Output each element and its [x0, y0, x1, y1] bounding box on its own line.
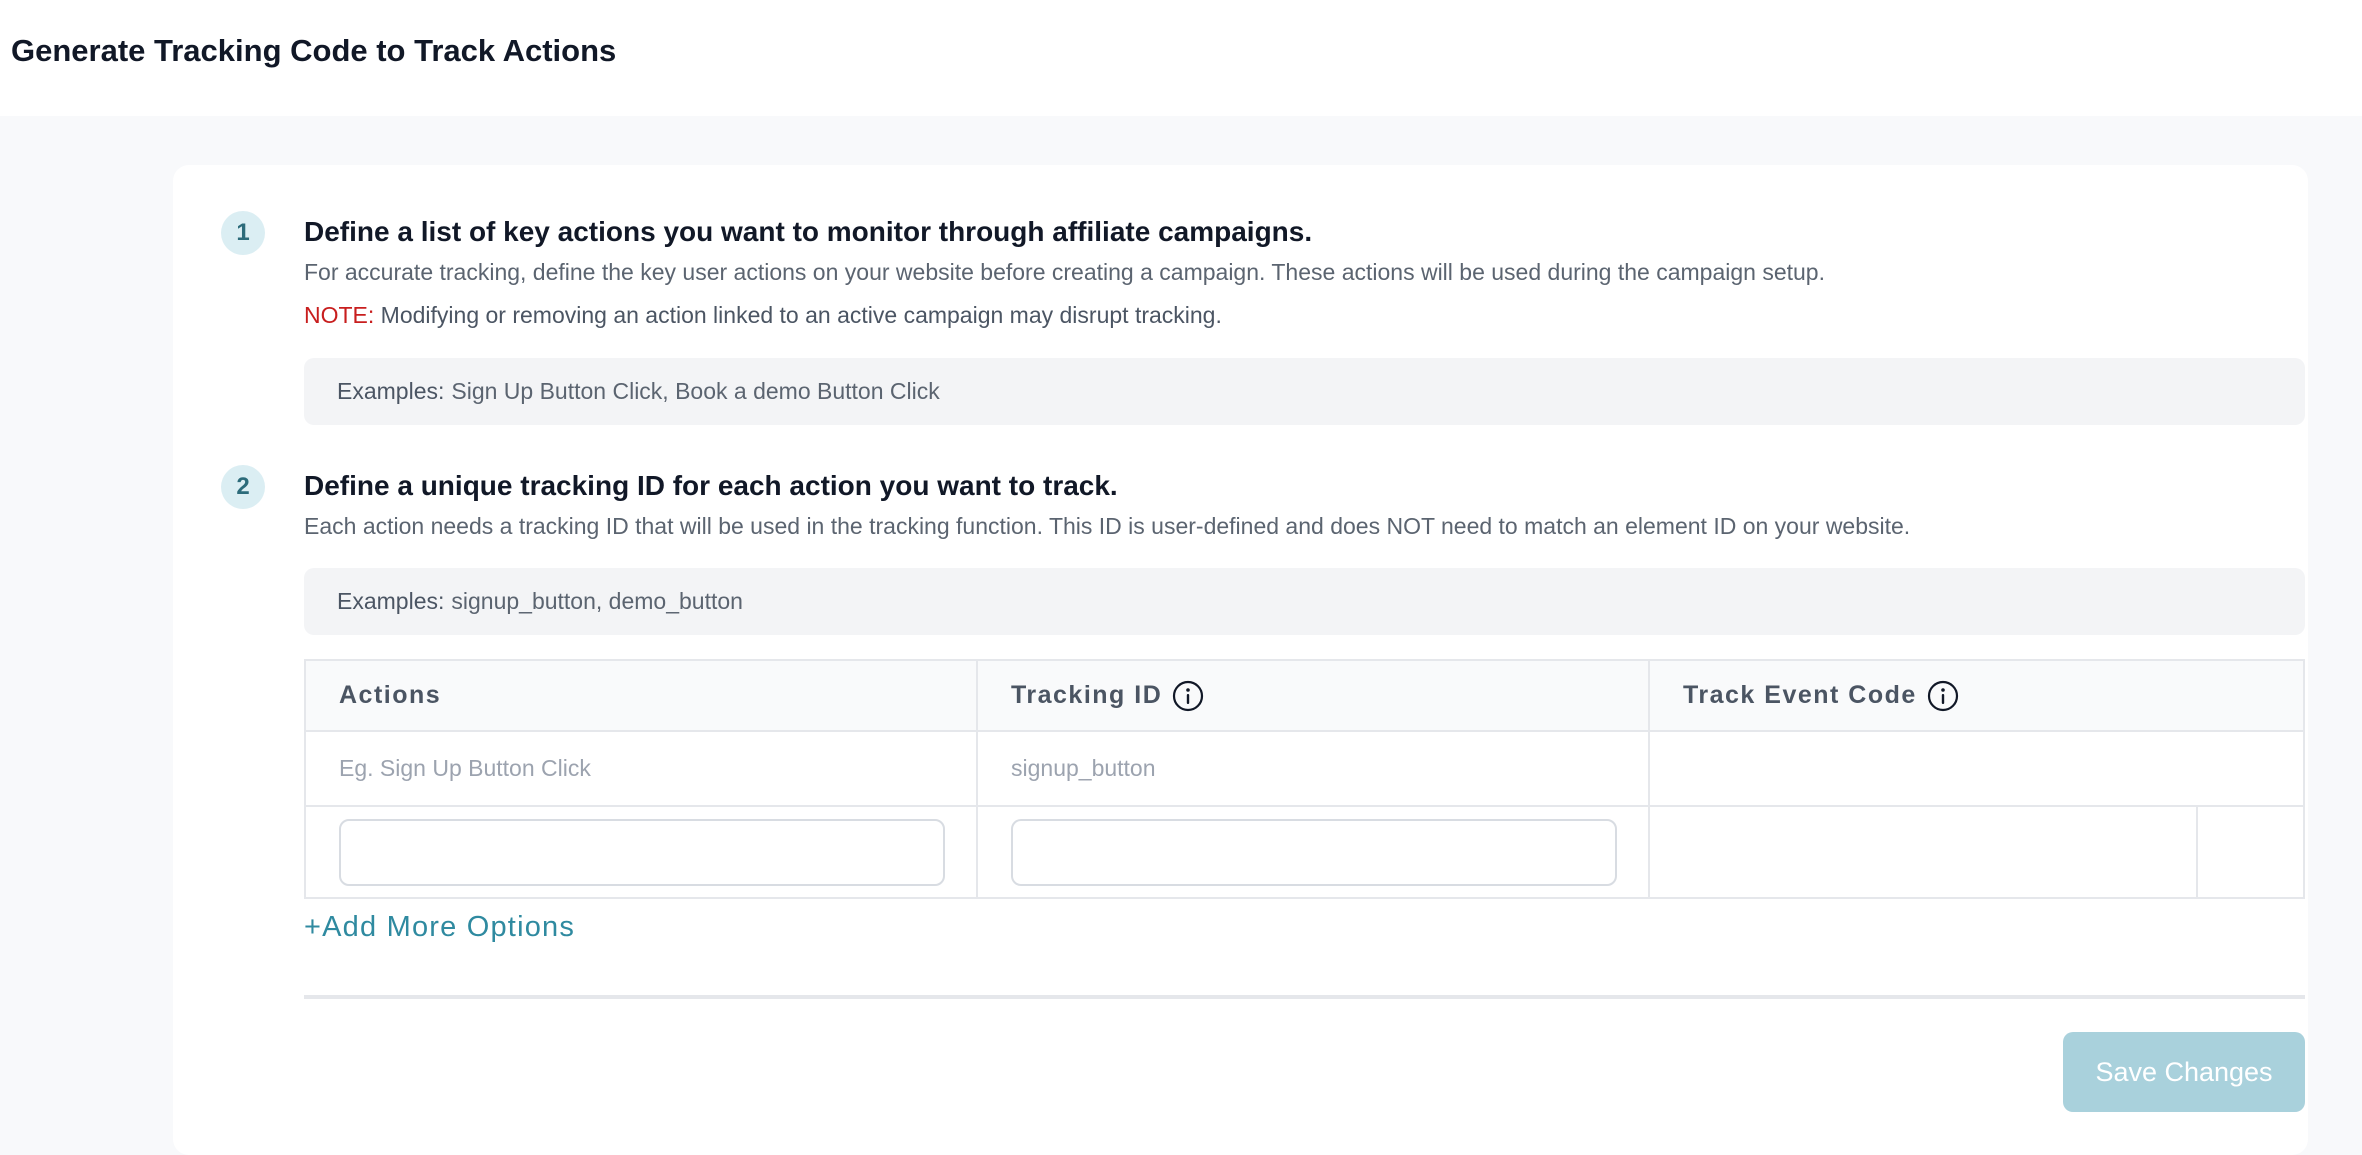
add-more-options-link[interactable]: +Add More Options — [304, 907, 575, 947]
example-action-cell: Eg. Sign Up Button Click — [306, 732, 978, 805]
examples-label: Examples: — [337, 378, 445, 404]
divider — [304, 995, 2305, 999]
top-bar: Generate Tracking Code to Track Actions — [0, 0, 2362, 116]
action-input-cell — [306, 807, 978, 897]
step-2-number: 2 — [221, 465, 265, 509]
step-2-title: Define a unique tracking ID for each act… — [304, 470, 1118, 501]
row-actions-cell — [2198, 807, 2303, 897]
note-label: NOTE: — [304, 302, 375, 328]
table-row: Eg. Sign Up Button Click signup_button — [306, 732, 2303, 807]
header-track-event-code: Track Event Code — [1650, 661, 2303, 730]
header-tracking-id: Tracking ID — [978, 661, 1650, 730]
step-1-description: For accurate tracking, define the key us… — [304, 259, 1825, 285]
header-actions: Actions — [306, 661, 978, 730]
example-event-code-cell — [1650, 732, 2303, 805]
action-input[interactable] — [339, 818, 945, 886]
examples-text: Sign Up Button Click, Book a demo Button… — [451, 378, 940, 404]
info-circle-icon[interactable] — [1927, 680, 1959, 712]
actions-table: Actions Tracking ID Track Event Code Eg.… — [304, 659, 2305, 899]
step-1-examples-box: Examples: Sign Up Button Click, Book a d… — [304, 358, 2305, 425]
tracking-id-input-cell — [978, 807, 1650, 897]
examples-text: signup_button, demo_button — [451, 588, 743, 614]
step-2-description: Each action needs a tracking ID that wil… — [304, 513, 1911, 539]
step-1-title: Define a list of key actions you want to… — [304, 216, 1313, 247]
step-2-examples-box: Examples: signup_button, demo_button — [304, 568, 2305, 635]
info-circle-icon[interactable] — [1172, 680, 1204, 712]
note-text: Modifying or removing an action linked t… — [380, 302, 1222, 328]
event-code-cell — [1650, 807, 2198, 897]
page-title: Generate Tracking Code to Track Actions — [11, 33, 617, 68]
step-1-note: NOTE: Modifying or removing an action li… — [304, 300, 1222, 330]
save-changes-button[interactable]: Save Changes — [2063, 1032, 2305, 1112]
table-row — [306, 807, 2303, 897]
step-1-number: 1 — [221, 211, 265, 255]
example-tracking-id-cell: signup_button — [978, 732, 1650, 805]
examples-label: Examples: — [337, 588, 445, 614]
table-header-row: Actions Tracking ID Track Event Code — [306, 661, 2303, 732]
tracking-id-input[interactable] — [1011, 818, 1617, 886]
